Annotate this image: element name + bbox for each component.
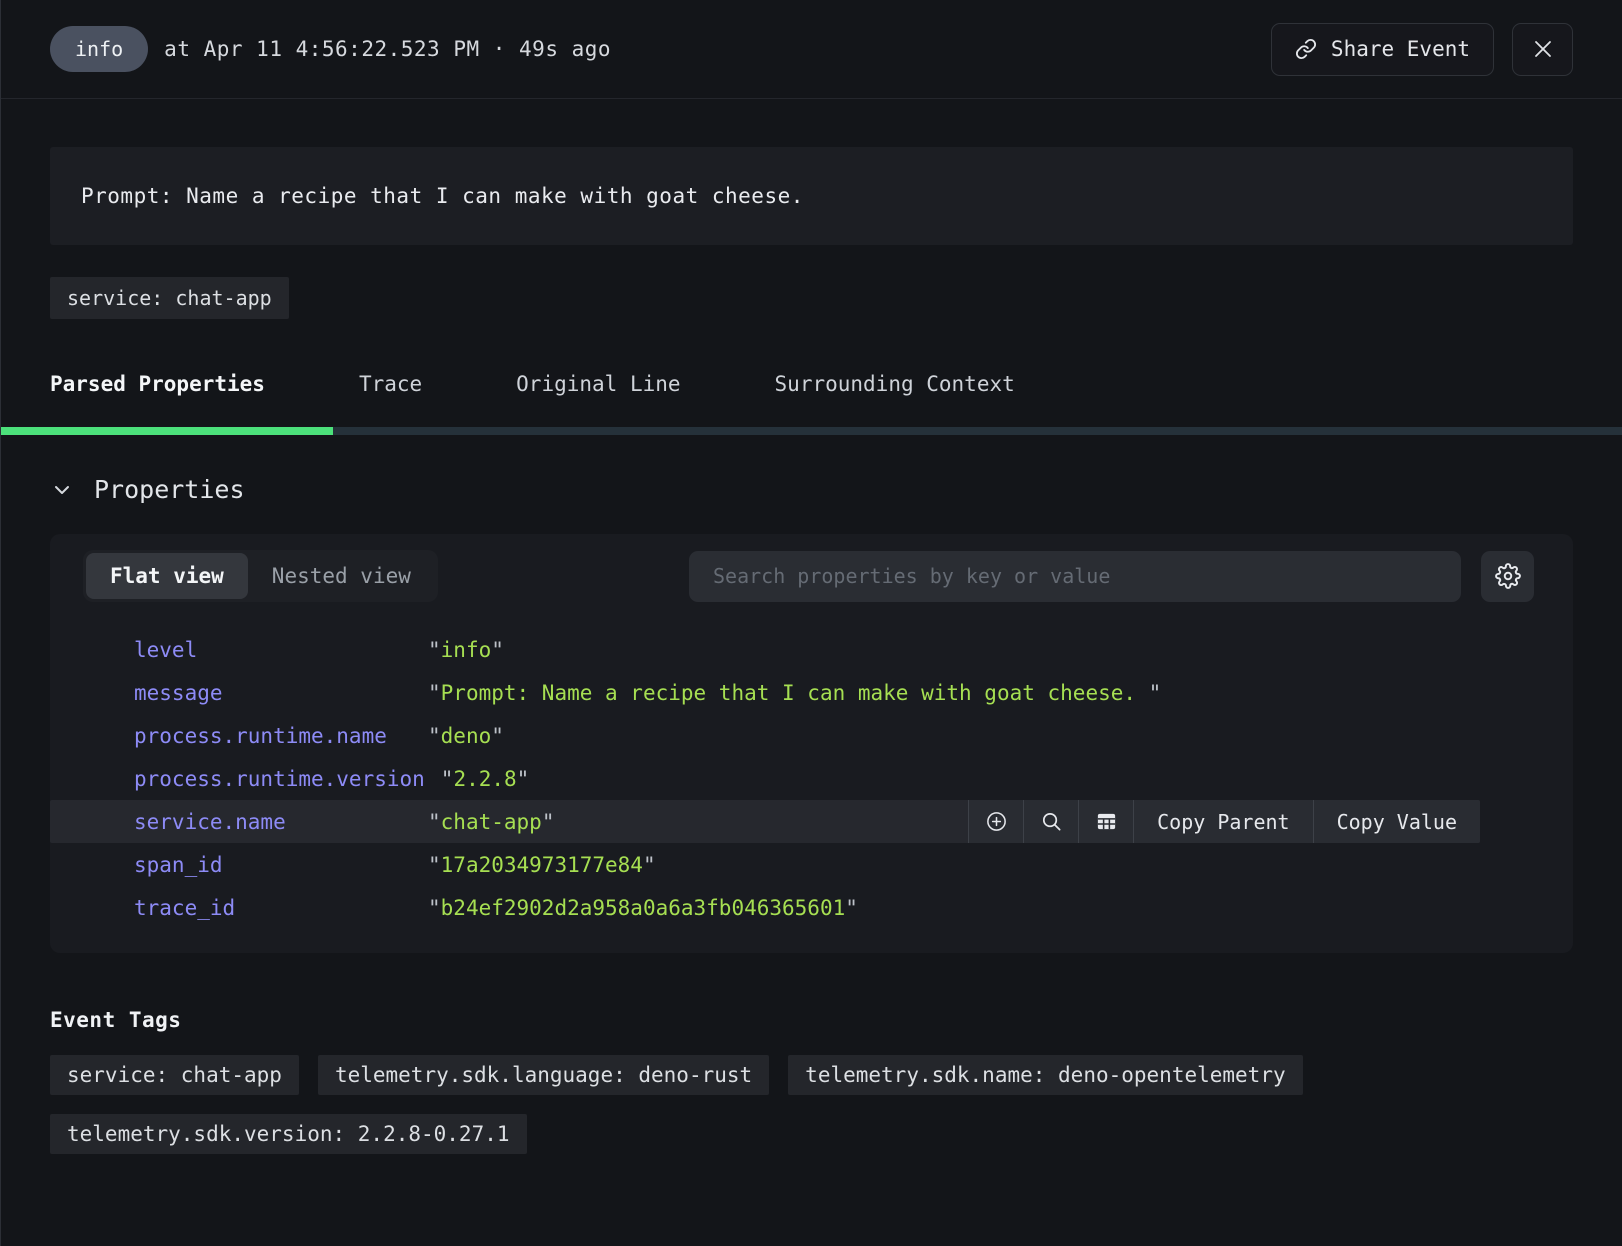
property-key: process.runtime.version [134, 767, 441, 791]
property-row[interactable]: trace_id"b24ef2902d2a958a0a6a3fb04636560… [50, 886, 1573, 929]
event-tag[interactable]: telemetry.sdk.version: 2.2.8-0.27.1 [50, 1114, 527, 1154]
share-event-button[interactable]: Share Event [1271, 23, 1494, 76]
drawer-header: info at Apr 11 4:56:22.523 PM · 49s ago … [1, 0, 1622, 99]
close-button[interactable] [1512, 23, 1573, 76]
event-message-preview: Prompt: Name a recipe that I can make wi… [50, 147, 1573, 245]
property-key: message [134, 681, 428, 705]
property-value: "b24ef2902d2a958a0a6a3fb046365601" [428, 896, 858, 920]
event-tags-list: service: chat-app telemetry.sdk.language… [50, 1055, 1573, 1154]
plus-circle-icon [985, 810, 1008, 833]
tab-surrounding-context[interactable]: Surrounding Context [775, 372, 1015, 396]
property-value: "chat-app" [428, 810, 554, 834]
property-key: service.name [134, 810, 428, 834]
properties-section-header[interactable]: Properties [50, 475, 1573, 504]
tab-underline-track [1, 427, 1622, 435]
nested-view-button[interactable]: Nested view [248, 553, 435, 599]
service-chip[interactable]: service: chat-app [50, 277, 289, 319]
settings-button[interactable] [1481, 551, 1534, 602]
gear-icon [1495, 563, 1521, 589]
search-action-button[interactable] [1023, 800, 1078, 843]
tab-original-line[interactable]: Original Line [516, 372, 680, 396]
property-row[interactable]: process.runtime.version"2.2.8" [50, 757, 1573, 800]
property-key: level [134, 638, 428, 662]
property-value: "17a2034973177e84" [428, 853, 656, 877]
property-value: "info" [428, 638, 504, 662]
view-toggle: Flat view Nested view [83, 550, 438, 602]
property-value: "Prompt: Name a recipe that I can make w… [428, 681, 1161, 705]
properties-toolbar: Flat view Nested view [50, 550, 1573, 602]
table-action-button[interactable] [1078, 800, 1133, 843]
properties-section-title: Properties [94, 475, 245, 504]
property-row[interactable]: span_id"17a2034973177e84" [50, 843, 1573, 886]
active-tab-indicator [1, 427, 333, 435]
property-value: "deno" [428, 724, 504, 748]
property-row[interactable]: process.runtime.name"deno" [50, 714, 1573, 757]
detail-tabs: Parsed Properties Trace Original Line Su… [1, 341, 1622, 435]
close-icon [1531, 37, 1555, 61]
event-tags-title: Event Tags [50, 1008, 1573, 1032]
event-tag[interactable]: telemetry.sdk.language: deno-rust [318, 1055, 769, 1095]
properties-panel: Flat view Nested view level"info"message… [50, 534, 1573, 953]
event-timestamp: at Apr 11 4:56:22.523 PM · 49s ago [164, 37, 611, 61]
copy-parent-button[interactable]: Copy Parent [1133, 800, 1312, 843]
row-actions: Copy ParentCopy Value [968, 800, 1480, 843]
properties-table: level"info"message"Prompt: Name a recipe… [50, 628, 1573, 929]
link-icon [1295, 38, 1317, 60]
copy-value-button[interactable]: Copy Value [1313, 800, 1480, 843]
search-properties-input[interactable] [689, 551, 1461, 602]
header-actions: Share Event [1271, 23, 1573, 76]
tab-trace[interactable]: Trace [359, 372, 422, 396]
flat-view-button[interactable]: Flat view [86, 553, 248, 599]
chevron-down-icon [50, 478, 74, 502]
event-tag[interactable]: service: chat-app [50, 1055, 299, 1095]
share-event-label: Share Event [1331, 37, 1470, 61]
event-tag[interactable]: telemetry.sdk.name: deno-opentelemetry [788, 1055, 1302, 1095]
tab-parsed-properties[interactable]: Parsed Properties [50, 372, 265, 396]
property-key: trace_id [134, 896, 428, 920]
search-icon [1040, 810, 1063, 833]
property-row[interactable]: service.name"chat-app" Copy ParentCopy Va… [50, 800, 1480, 843]
property-value: "2.2.8" [441, 767, 530, 791]
property-key: span_id [134, 853, 428, 877]
plus-circle-action-button[interactable] [968, 800, 1023, 843]
table-icon [1095, 810, 1118, 833]
property-row[interactable]: message"Prompt: Name a recipe that I can… [50, 671, 1573, 714]
event-detail-drawer: { "header": { "level_badge": "info", "ti… [0, 0, 1622, 1246]
property-row[interactable]: level"info" [50, 628, 1573, 671]
property-key: process.runtime.name [134, 724, 428, 748]
level-badge: info [50, 26, 148, 72]
